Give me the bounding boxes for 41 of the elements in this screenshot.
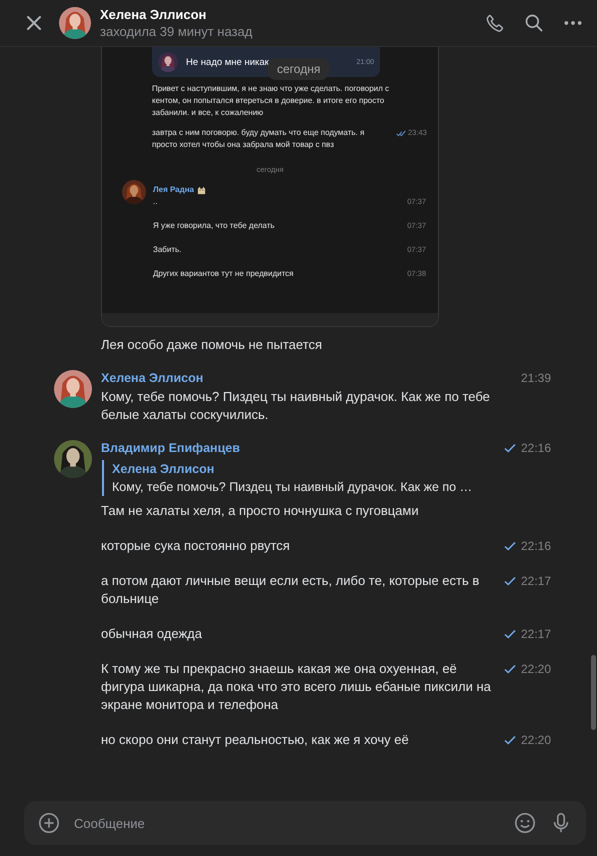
message-text: обычная одежда [101, 625, 203, 643]
smiley-icon[interactable] [514, 812, 536, 834]
message-text: Лея особо даже помочь не пытается [101, 336, 324, 354]
message-text: Привет с наступившим, я не знаю что уже сделать. поговорил с кентом, он попытался втереться в доверие. в итоге его просто забанили. и все, к сожалению [152, 83, 390, 119]
message-text: .. [153, 196, 158, 208]
sender-name[interactable]: Хелена Эллисон [101, 371, 521, 385]
phone-icon[interactable] [485, 13, 505, 33]
date-badge: сегодня [268, 58, 330, 80]
message-input[interactable]: Сообщение [74, 813, 500, 833]
message-text: но скоро они станут реальностью, как же я хочу её [101, 731, 410, 749]
message-text: Забить. [153, 244, 182, 256]
message-text: Кому, тебе помочь? Пиздец ты наивный дурачок. Как же по тебе белые халаты соскучились. [101, 388, 491, 424]
scrollbar-thumb[interactable] [591, 655, 596, 730]
message-text: Не надо мне никак [186, 56, 270, 68]
message-time: 22:16 [520, 539, 551, 553]
message-text: а потом дают личные вещи если есть, либо те, которые есть в больнице [101, 572, 480, 608]
screenshot-attachment[interactable] [101, 47, 439, 327]
last-seen-status: заходила 39 минут назад [100, 23, 254, 40]
message-text: завтра с ним поговорю. буду думать что еще подумать. я просто хотел чтобы она забрала мой товар с пвз [152, 127, 366, 151]
message-time: 22:16 [520, 441, 551, 455]
message-text: которые сука постоянно рвутся [101, 537, 291, 555]
message-text: К тому же ты прекрасно знаешь какая же она охуенная, её фигура шикарна, да пока что это всего лишь ебаные пиксили на экране монитора и телефона [101, 660, 492, 714]
message-composer[interactable]: Сообщение [24, 801, 586, 845]
sender-name[interactable]: Владимир Епифанцев [101, 441, 504, 455]
reply-author: Хелена Эллисон [112, 461, 216, 478]
contact-name[interactable]: Хелена Эллисон [100, 6, 485, 23]
message-time: 22:20 [520, 733, 551, 747]
cat-icon [197, 186, 206, 194]
message-text: Там не халаты хеля, а просто ночнушка с пуговцами [101, 502, 420, 520]
close-icon[interactable] [24, 13, 44, 33]
message-time: 21:39 [520, 371, 551, 385]
sender-name: Лея Радна [153, 184, 194, 196]
search-icon[interactable] [524, 13, 544, 33]
message-time: 22:17 [520, 574, 551, 588]
reply-text: Кому, тебе помочь? Пиздец ты наивный дурачок. Как же по … [112, 479, 474, 496]
message-time: 22:20 [520, 662, 551, 676]
message-time: 22:17 [520, 627, 551, 641]
message-text: Других вариантов тут не предвидится [153, 268, 294, 280]
plus-icon[interactable] [38, 812, 60, 834]
reply-quote[interactable]: Хелена Эллисон Кому, тебе помочь? Пиздец ты наивный дурачок. Как же по … [102, 460, 551, 496]
message-text: Я уже говорила, что тебе делать [153, 220, 276, 232]
